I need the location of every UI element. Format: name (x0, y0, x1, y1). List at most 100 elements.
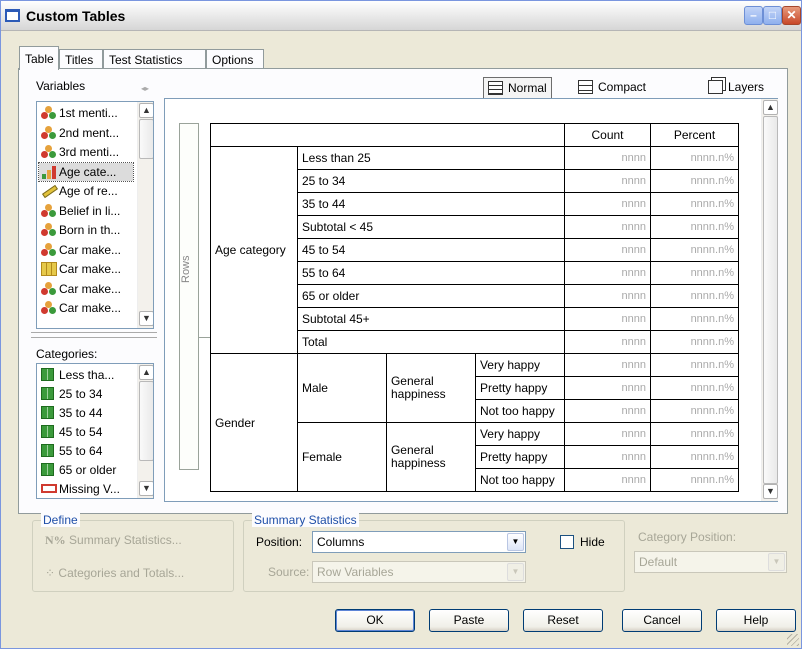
variable-item[interactable]: Car make... (39, 280, 133, 298)
variables-list[interactable]: 1st menti... 2nd ment... 3rd menti... Age c… (36, 101, 154, 329)
count-cell: nnnn (564, 468, 651, 492)
scroll-thumb[interactable] (139, 119, 153, 159)
row-label: 25 to 34 (296, 169, 566, 193)
position-select[interactable]: Columns ▼ (312, 531, 526, 553)
table-row: Count Percent (210, 123, 739, 147)
category-item[interactable]: 25 to 34 (39, 385, 133, 403)
cancel-button[interactable]: Cancel (622, 609, 702, 632)
rows-drop-zone[interactable] (179, 123, 199, 470)
percent-cell: nnnn.n% (650, 215, 739, 239)
categories-list[interactable]: Less tha... 25 to 34 35 to 44 45 to 54 55 to… (36, 363, 154, 499)
variable-item[interactable]: Born in th... (39, 221, 133, 239)
summary-statistics-button[interactable]: N% Summary Statistics... (45, 533, 182, 548)
scroll-thumb[interactable] (139, 381, 153, 461)
compact-view-button[interactable]: Compact (574, 77, 650, 99)
nominal-icon (41, 125, 57, 140)
row-label: 35 to 44 (296, 192, 566, 216)
variable-item[interactable]: Car make... (39, 241, 133, 259)
splitter-arrows-icon[interactable]: ◂▸ (141, 84, 149, 93)
variable-item[interactable]: Car make... (39, 260, 133, 278)
category-label: 65 or older (59, 463, 117, 477)
chevron-down-icon[interactable]: ▼ (768, 553, 785, 571)
list-splitter[interactable] (31, 332, 157, 338)
variables-label: Variables (36, 79, 86, 93)
tab-options[interactable]: Options (206, 49, 264, 69)
normal-view-button[interactable]: Normal (483, 77, 552, 99)
count-cell: nnnn (564, 169, 651, 193)
category-item[interactable]: 55 to 64 (39, 442, 133, 460)
table-canvas[interactable]: Rows Count Percent Age category Less than 2… (164, 98, 778, 502)
variable-item[interactable]: Age cate... (38, 161, 134, 182)
layers-icon (708, 80, 723, 94)
count-cell: nnnn (564, 330, 651, 354)
summary-statistics-title: Summary Statistics (252, 513, 359, 527)
category-position-select[interactable]: Default ▼ (634, 551, 787, 573)
maximize-icon[interactable]: □ (763, 6, 782, 25)
ordinal-icon (41, 165, 57, 179)
categories-and-totals-button[interactable]: ⁘ Categories and Totals... (45, 566, 184, 580)
category-icon (41, 368, 54, 381)
normal-view-icon (488, 81, 503, 95)
nominal-icon (41, 301, 57, 315)
tab-test-statistics[interactable]: Test Statistics (103, 49, 206, 69)
category-item[interactable]: 35 to 44 (39, 404, 133, 422)
custom-tables-window: Custom Tables – □ ✕ Table Titles Test St… (0, 0, 802, 649)
hide-checkbox[interactable] (560, 535, 574, 549)
categories-label: Categories: (36, 347, 98, 361)
percent-cell: nnnn.n% (650, 468, 739, 492)
variable-item[interactable]: Car make... (39, 299, 133, 317)
scroll-down-icon[interactable]: ▼ (139, 311, 153, 326)
variable-label: Born in th... (59, 223, 121, 237)
category-item[interactable]: 45 to 54 (39, 423, 133, 441)
category-item[interactable]: 65 or older (39, 461, 133, 479)
scroll-up-icon[interactable]: ▲ (139, 103, 153, 118)
layers-button[interactable]: Layers (704, 77, 768, 99)
reset-button[interactable]: Reset (523, 609, 603, 632)
table-preview: Count Percent Age category Less than 25 nnnn… (210, 123, 739, 492)
variable-item[interactable]: 1st menti... (39, 104, 133, 122)
chevron-down-icon[interactable]: ▼ (507, 563, 524, 581)
minimize-icon[interactable]: – (744, 6, 763, 25)
help-button[interactable]: Help (716, 609, 796, 632)
paste-button[interactable]: Paste (429, 609, 509, 632)
tab-titles[interactable]: Titles (59, 49, 103, 69)
scroll-down-icon[interactable]: ▼ (139, 481, 153, 496)
source-label: Source: (268, 565, 310, 579)
category-item[interactable]: Less tha... (39, 366, 133, 384)
variable-label: 2nd ment... (59, 125, 120, 140)
variable-item[interactable]: 3rd menti... (39, 143, 133, 161)
percent-cell: nnnn.n% (650, 284, 739, 308)
scroll-thumb[interactable] (763, 116, 778, 484)
variables-scrollbar[interactable]: ▲ ▼ (137, 102, 153, 328)
variable-item[interactable]: Belief in li... (39, 202, 133, 220)
window-title: Custom Tables (26, 8, 126, 24)
category-label: 25 to 34 (59, 387, 103, 401)
table-row: Gender Male General happiness Very happy nnn… (210, 353, 739, 492)
happiness-level-label: Pretty happy (474, 445, 566, 469)
categories-scrollbar[interactable]: ▲ ▼ (137, 364, 153, 498)
source-select[interactable]: Row Variables ▼ (312, 561, 526, 583)
percent-cell: nnnn.n% (650, 192, 739, 216)
category-icon (41, 463, 54, 476)
ok-button[interactable]: OK (335, 609, 415, 632)
variable-item[interactable]: 2nd ment... (39, 124, 133, 142)
scroll-up-icon[interactable]: ▲ (763, 100, 778, 115)
canvas-scrollbar[interactable]: ▲ ▼ (761, 99, 778, 501)
resize-grip[interactable] (787, 634, 799, 646)
chevron-down-icon[interactable]: ▼ (507, 533, 524, 551)
variable-item[interactable]: Age of re... (39, 182, 133, 200)
percent-cell: nnnn.n% (650, 445, 739, 469)
scroll-up-icon[interactable]: ▲ (139, 365, 153, 380)
position-label: Position: (256, 535, 303, 549)
percent-cell: nnnn.n% (650, 307, 739, 331)
scroll-down-icon[interactable]: ▼ (763, 484, 778, 499)
close-icon[interactable]: ✕ (782, 6, 801, 25)
general-happiness-label: General happiness (385, 422, 476, 492)
define-title: Define (41, 513, 80, 527)
count-cell: nnnn (564, 146, 651, 170)
tab-table[interactable]: Table (19, 46, 59, 70)
age-category-label: Age category (210, 146, 298, 354)
happiness-level-label: Very happy (474, 422, 566, 446)
category-item[interactable]: Missing V... (39, 480, 133, 498)
title-bar[interactable]: Custom Tables – □ ✕ (1, 1, 801, 31)
